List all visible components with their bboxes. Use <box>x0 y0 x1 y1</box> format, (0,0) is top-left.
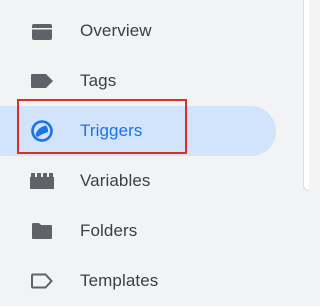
folder-icon <box>29 220 55 242</box>
sidebar-item-label: Templates <box>80 271 159 290</box>
trigger-icon <box>29 120 55 142</box>
sidebar-item-label: Triggers <box>80 121 143 140</box>
sidebar-item-label: Tags <box>80 71 117 90</box>
briefcase-icon <box>29 20 55 42</box>
sidebar-item-label: Folders <box>80 221 138 240</box>
sidebar-item-overview[interactable]: Overview <box>0 6 276 56</box>
sidebar-item-variables[interactable]: Variables <box>0 156 276 206</box>
label-outline-icon <box>29 270 55 292</box>
sidebar-item-templates[interactable]: Templates <box>0 256 276 306</box>
sidebar-item-label: Variables <box>80 171 151 190</box>
tag-icon <box>29 70 55 92</box>
sidebar-item-folders[interactable]: Folders <box>0 206 276 256</box>
lego-brick-icon <box>29 170 55 192</box>
content-panel-edge <box>303 0 309 191</box>
sidebar-nav: Overview Tags Triggers Variables Folders… <box>0 0 300 291</box>
sidebar-item-tags[interactable]: Tags <box>0 56 276 106</box>
sidebar-item-triggers[interactable]: Triggers <box>0 106 276 156</box>
sidebar-item-label: Overview <box>80 21 152 40</box>
